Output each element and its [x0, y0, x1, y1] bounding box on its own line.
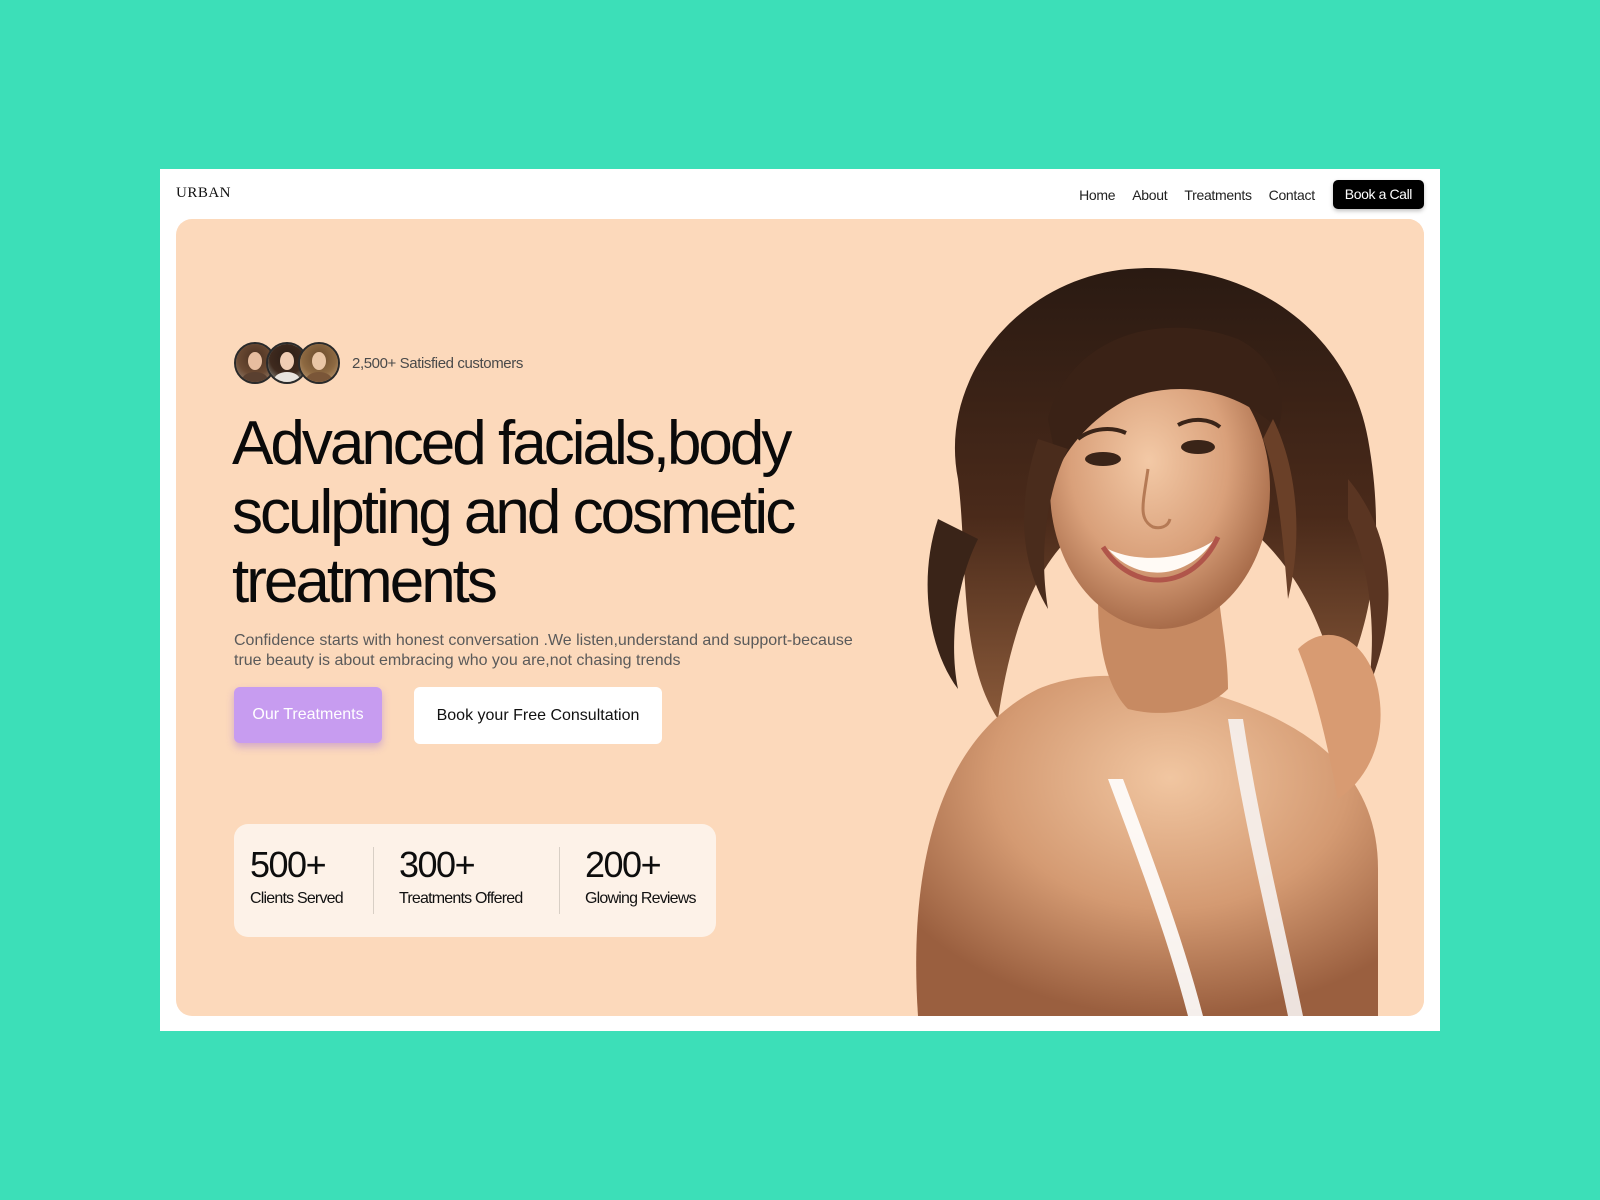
- satisfied-customers-text: 2,500+ Satisfied customers: [352, 354, 523, 372]
- hero-section: 2,500+ Satisfied customers Advanced faci…: [176, 219, 1424, 1016]
- book-a-call-button[interactable]: Book a Call: [1332, 180, 1424, 209]
- brand-logo[interactable]: URBAN: [176, 185, 231, 202]
- stat-value: 300+: [399, 844, 476, 885]
- stat-divider: [373, 847, 374, 914]
- top-navigation-bar: URBAN Home About Treatments Contact Book…: [160, 169, 1440, 219]
- stats-card: 500+ Clients Served 300+ Treatments Offe…: [234, 824, 716, 937]
- nav-link-about[interactable]: About: [1132, 187, 1167, 203]
- stat-label: Clients Served: [250, 890, 344, 907]
- nav-link-home[interactable]: Home: [1079, 187, 1115, 203]
- nav-link-contact[interactable]: Contact: [1269, 187, 1315, 203]
- hero-model-photo: [898, 219, 1424, 1016]
- stat-value: 200+: [585, 844, 662, 885]
- stat-clients-served: 500+ Clients Served: [250, 844, 344, 908]
- book-free-consultation-button[interactable]: Book your Free Consultation: [414, 687, 662, 744]
- hero-model-illustration: [916, 268, 1389, 1016]
- stat-glowing-reviews: 200+ Glowing Reviews: [585, 844, 697, 908]
- stat-value: 500+: [250, 844, 327, 885]
- stat-label: Glowing Reviews: [585, 890, 697, 907]
- our-treatments-button[interactable]: Our Treatments: [234, 687, 382, 743]
- nav-link-treatments[interactable]: Treatments: [1184, 187, 1252, 203]
- avatar: [298, 342, 340, 384]
- social-proof: 2,500+ Satisfied customers: [234, 342, 523, 384]
- hero-headline: Advanced facials,body sculpting and cosm…: [232, 409, 796, 616]
- stat-label: Treatments Offered: [399, 890, 523, 907]
- landing-page-frame: URBAN Home About Treatments Contact Book…: [160, 169, 1440, 1031]
- customer-avatars: [234, 342, 340, 384]
- stat-treatments-offered: 300+ Treatments Offered: [399, 844, 523, 908]
- stat-divider: [559, 847, 560, 914]
- hero-subtext: Confidence starts with honest conversati…: [234, 632, 853, 669]
- main-nav: Home About Treatments Contact Book a Cal…: [1062, 180, 1424, 209]
